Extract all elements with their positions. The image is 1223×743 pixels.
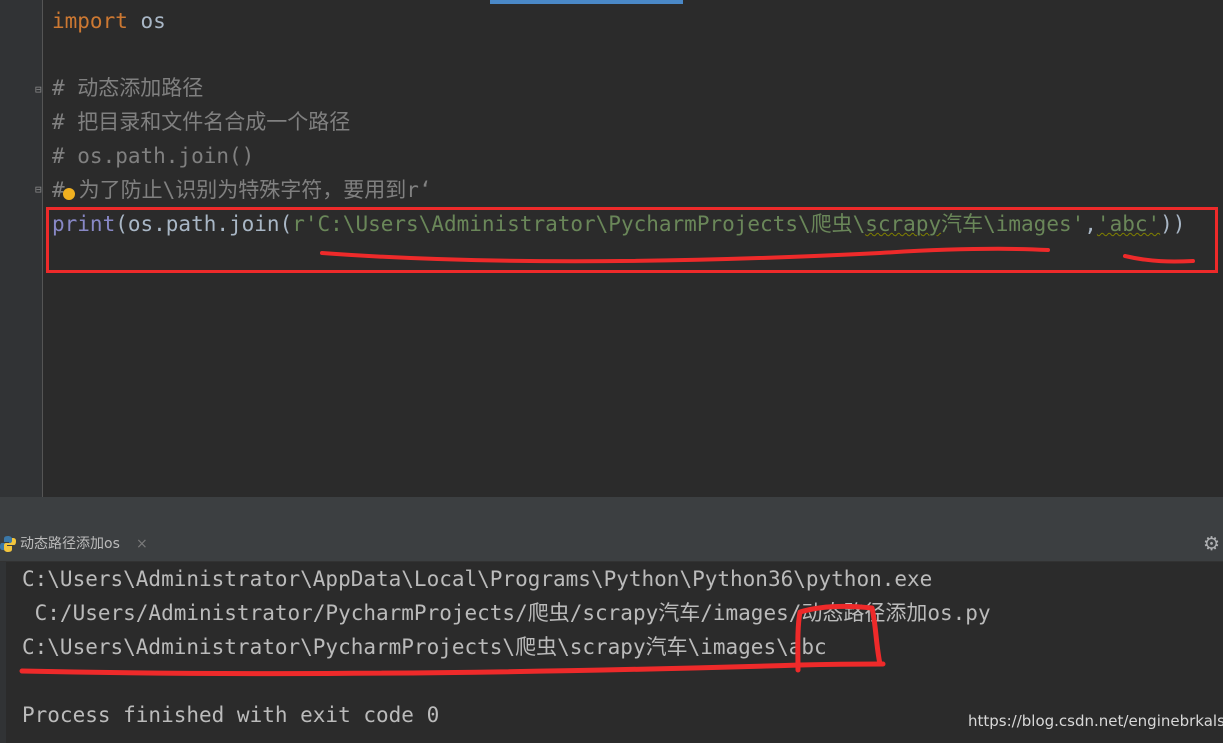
close-tab-icon[interactable]: × xyxy=(136,528,148,561)
code-line-import[interactable]: import os xyxy=(52,4,166,38)
code-line-comment-2[interactable]: # 把目录和文件名合成一个路径 xyxy=(52,105,350,139)
code-line-comment-3[interactable]: # os.path.join() xyxy=(52,139,254,173)
watermark-text: https://blog.csdn.net/enginebrkalsy xyxy=(968,712,1223,730)
run-tool-window-header: 动态路径添加os × ⚙ xyxy=(0,528,1223,562)
console-line-exit: Process finished with exit code 0 xyxy=(22,703,440,727)
comment-hash: # xyxy=(52,178,65,202)
console-line-interpreter: C:\Users\Administrator\AppData\Local\Pro… xyxy=(22,567,933,591)
import-keyword: import xyxy=(52,9,128,33)
intention-bulb-icon[interactable] xyxy=(63,188,75,200)
console-line-script-path: C:/Users/Administrator/PycharmProjects/爬… xyxy=(22,601,991,625)
red-highlight-box xyxy=(46,207,1218,273)
line-number-gutter[interactable] xyxy=(0,0,43,497)
python-icon xyxy=(0,536,16,552)
fold-start-icon[interactable]: ⊟ xyxy=(35,84,45,95)
code-line-comment-1[interactable]: # 动态添加路径 xyxy=(52,71,203,105)
module-name: os xyxy=(127,9,166,33)
run-tab-label[interactable]: 动态路径添加os xyxy=(20,528,120,561)
console-gutter xyxy=(0,562,6,743)
code-editor[interactable]: ⊟ ⊟ import os # 动态添加路径 # 把目录和文件名合成一个路径 #… xyxy=(0,0,1223,497)
comment-text: 为了防止\识别为特殊字符，要用到r‘ xyxy=(78,178,432,202)
console-line-result: C:\Users\Administrator\PycharmProjects\爬… xyxy=(22,635,827,659)
fold-end-icon[interactable]: ⊟ xyxy=(35,184,45,195)
code-line-comment-4[interactable]: # 为了防止\识别为特殊字符，要用到r‘ xyxy=(52,173,432,207)
panel-splitter[interactable] xyxy=(0,497,1223,528)
scroll-position-marker xyxy=(490,0,683,4)
gear-icon[interactable]: ⚙ xyxy=(1203,534,1220,554)
